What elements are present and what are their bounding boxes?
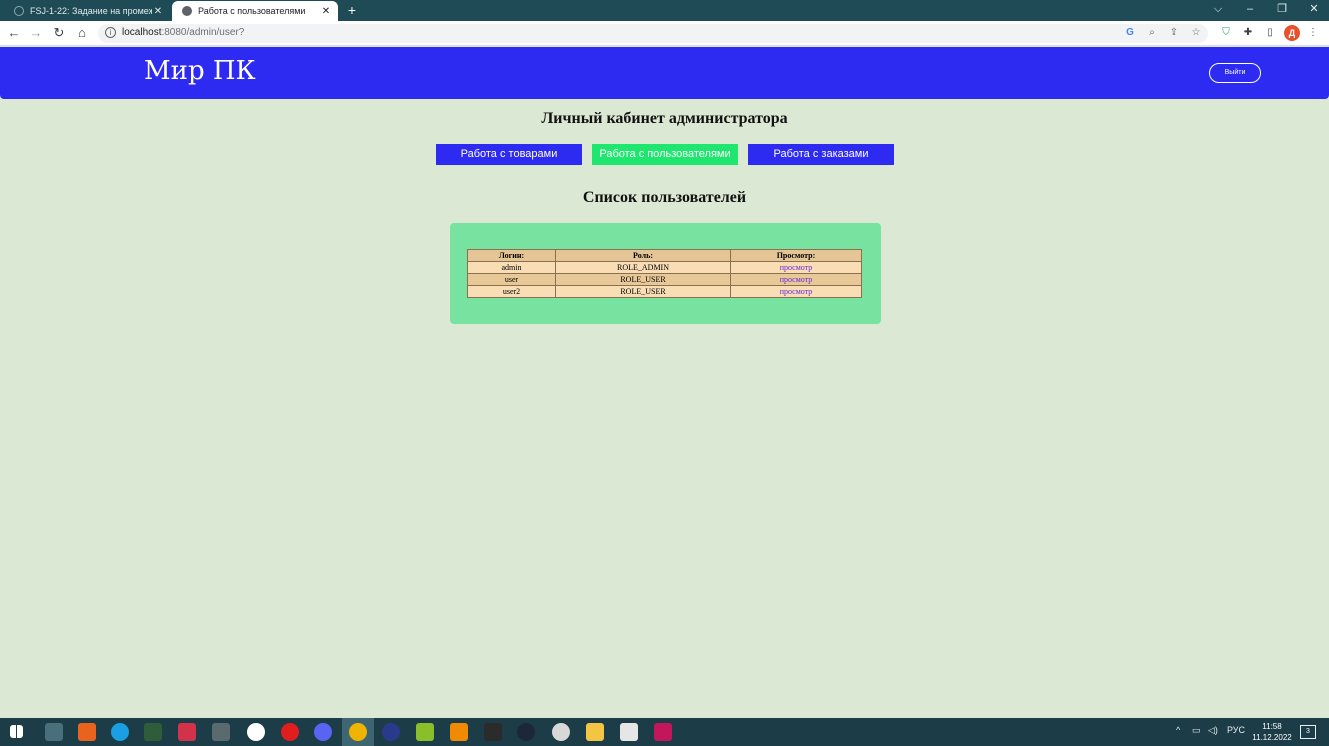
tray-chevron-icon[interactable]: ^ bbox=[1176, 725, 1180, 735]
users-panel: Логин: Роль: Просмотр: admin ROLE_ADMIN … bbox=[450, 223, 881, 324]
star-icon[interactable]: ☆ bbox=[1190, 27, 1202, 38]
chrome-icon[interactable] bbox=[349, 723, 367, 741]
table-row: user2 ROLE_USER просмотр bbox=[467, 285, 862, 298]
tab-favicon-icon bbox=[14, 6, 24, 16]
clock-date: 11.12.2022 bbox=[1252, 733, 1292, 742]
settings-icon[interactable] bbox=[552, 723, 570, 741]
sidepanel-icon[interactable]: ▯ bbox=[1263, 26, 1277, 40]
logout-button[interactable]: Выйти bbox=[1209, 63, 1261, 83]
view-cell: просмотр bbox=[730, 261, 862, 274]
back-icon[interactable]: ← bbox=[6, 25, 22, 41]
reload-icon[interactable]: ↻ bbox=[51, 25, 67, 41]
forward-icon[interactable]: → bbox=[28, 25, 44, 41]
app-icon[interactable] bbox=[178, 723, 196, 741]
file-explorer-icon[interactable] bbox=[586, 723, 604, 741]
notepad-icon[interactable] bbox=[620, 723, 638, 741]
page-title: Личный кабинет администратора bbox=[541, 110, 788, 127]
vlc-icon[interactable] bbox=[450, 723, 468, 741]
terminal-icon[interactable] bbox=[144, 723, 162, 741]
language-indicator[interactable]: РУС bbox=[1227, 725, 1245, 735]
yandex-icon[interactable] bbox=[247, 723, 265, 741]
windows-taskbar: ^ ▭ ◁) РУС 11:58 11.12.2022 3 bbox=[0, 718, 1329, 746]
column-header-role: Роль: bbox=[555, 249, 731, 262]
login-cell: user bbox=[467, 273, 556, 286]
orders-button[interactable]: Работа с заказами bbox=[748, 144, 894, 165]
menu-icon[interactable]: ⋮ bbox=[1306, 26, 1320, 40]
browser-tab-strip: FSJ-1-22: Задание на промежут ✕ Работа с… bbox=[0, 0, 1329, 21]
profile-avatar[interactable]: Д bbox=[1284, 25, 1300, 41]
new-tab-button[interactable]: + bbox=[344, 2, 360, 18]
puzzle-icon[interactable]: ✚ bbox=[1241, 26, 1255, 40]
url-text[interactable]: localhost:8080/admin/user? bbox=[122, 27, 244, 38]
role-cell: ROLE_ADMIN bbox=[555, 261, 731, 274]
app-icon[interactable] bbox=[212, 723, 230, 741]
tab-assignment[interactable]: FSJ-1-22: Задание на промежут ✕ bbox=[4, 1, 170, 21]
table-row: admin ROLE_ADMIN просмотр bbox=[467, 261, 862, 274]
discord-icon[interactable] bbox=[314, 723, 332, 741]
start-icon[interactable] bbox=[10, 725, 23, 738]
tab-title: FSJ-1-22: Задание на промежут bbox=[30, 6, 152, 16]
users-list-title: Список пользователей bbox=[582, 189, 747, 206]
clock-time: 11:58 bbox=[1262, 722, 1282, 731]
app-icon[interactable] bbox=[382, 723, 400, 741]
minimize-button[interactable]: – bbox=[1235, 0, 1265, 21]
table-row: user ROLE_USER просмотр bbox=[467, 273, 862, 286]
tab-close-icon[interactable]: ✕ bbox=[320, 6, 332, 17]
zoom-icon[interactable]: ⌕ bbox=[1146, 27, 1158, 38]
calculator-icon[interactable] bbox=[45, 723, 63, 741]
role-cell: ROLE_USER bbox=[555, 285, 731, 298]
notifications-icon[interactable]: 3 bbox=[1300, 725, 1316, 739]
site-logo[interactable]: Мир ПК bbox=[144, 56, 256, 86]
users-table: Логин: Роль: Просмотр: admin ROLE_ADMIN … bbox=[467, 249, 862, 298]
tab-users[interactable]: Работа с пользователями ✕ bbox=[172, 1, 338, 21]
role-cell: ROLE_USER bbox=[555, 273, 731, 286]
google-icon[interactable]: G bbox=[1124, 27, 1136, 38]
steam-icon[interactable] bbox=[517, 723, 535, 741]
tab-search-icon[interactable]: ⌵ bbox=[1203, 0, 1233, 21]
view-link[interactable]: просмотр bbox=[780, 287, 813, 296]
view-cell: просмотр bbox=[730, 285, 862, 298]
taskbar-clock[interactable]: 11:58 11.12.2022 bbox=[1250, 721, 1294, 743]
login-cell: user2 bbox=[467, 285, 556, 298]
opera-icon[interactable] bbox=[281, 723, 299, 741]
table-header-row: Логин: Роль: Просмотр: bbox=[467, 249, 862, 262]
tab-close-icon[interactable]: ✕ bbox=[152, 6, 164, 17]
volume-icon[interactable]: ◁) bbox=[1208, 725, 1218, 736]
info-icon[interactable]: i bbox=[105, 27, 116, 38]
sublime-icon[interactable] bbox=[78, 723, 96, 741]
tab-favicon-icon bbox=[182, 6, 192, 16]
skype-icon[interactable] bbox=[111, 723, 129, 741]
view-link[interactable]: просмотр bbox=[780, 275, 813, 284]
users-button[interactable]: Работа с пользователями bbox=[592, 144, 738, 165]
login-cell: admin bbox=[467, 261, 556, 274]
app-icon[interactable] bbox=[416, 723, 434, 741]
epic-games-icon[interactable] bbox=[484, 723, 502, 741]
shield-extension-icon[interactable]: ⛉ bbox=[1219, 26, 1233, 40]
home-icon[interactable]: ⌂ bbox=[74, 25, 90, 41]
network-icon[interactable]: ▭ bbox=[1192, 725, 1201, 736]
site-header: Мир ПК Выйти bbox=[0, 47, 1329, 99]
restore-button[interactable]: ❐ bbox=[1267, 0, 1297, 21]
view-cell: просмотр bbox=[730, 273, 862, 286]
tab-title: Работа с пользователями bbox=[198, 6, 306, 16]
address-bar[interactable]: i localhost:8080/admin/user? G ⌕ ⇪ ☆ bbox=[98, 24, 1208, 43]
view-link[interactable]: просмотр bbox=[780, 263, 813, 272]
products-button[interactable]: Работа с товарами bbox=[436, 144, 582, 165]
column-header-view: Просмотр: bbox=[730, 249, 862, 262]
share-icon[interactable]: ⇪ bbox=[1168, 27, 1180, 38]
column-header-login: Логин: bbox=[467, 249, 556, 262]
close-window-button[interactable]: ✕ bbox=[1299, 0, 1329, 21]
intellij-icon[interactable] bbox=[654, 723, 672, 741]
browser-toolbar: ← → ↻ ⌂ i localhost:8080/admin/user? G ⌕… bbox=[0, 21, 1329, 46]
